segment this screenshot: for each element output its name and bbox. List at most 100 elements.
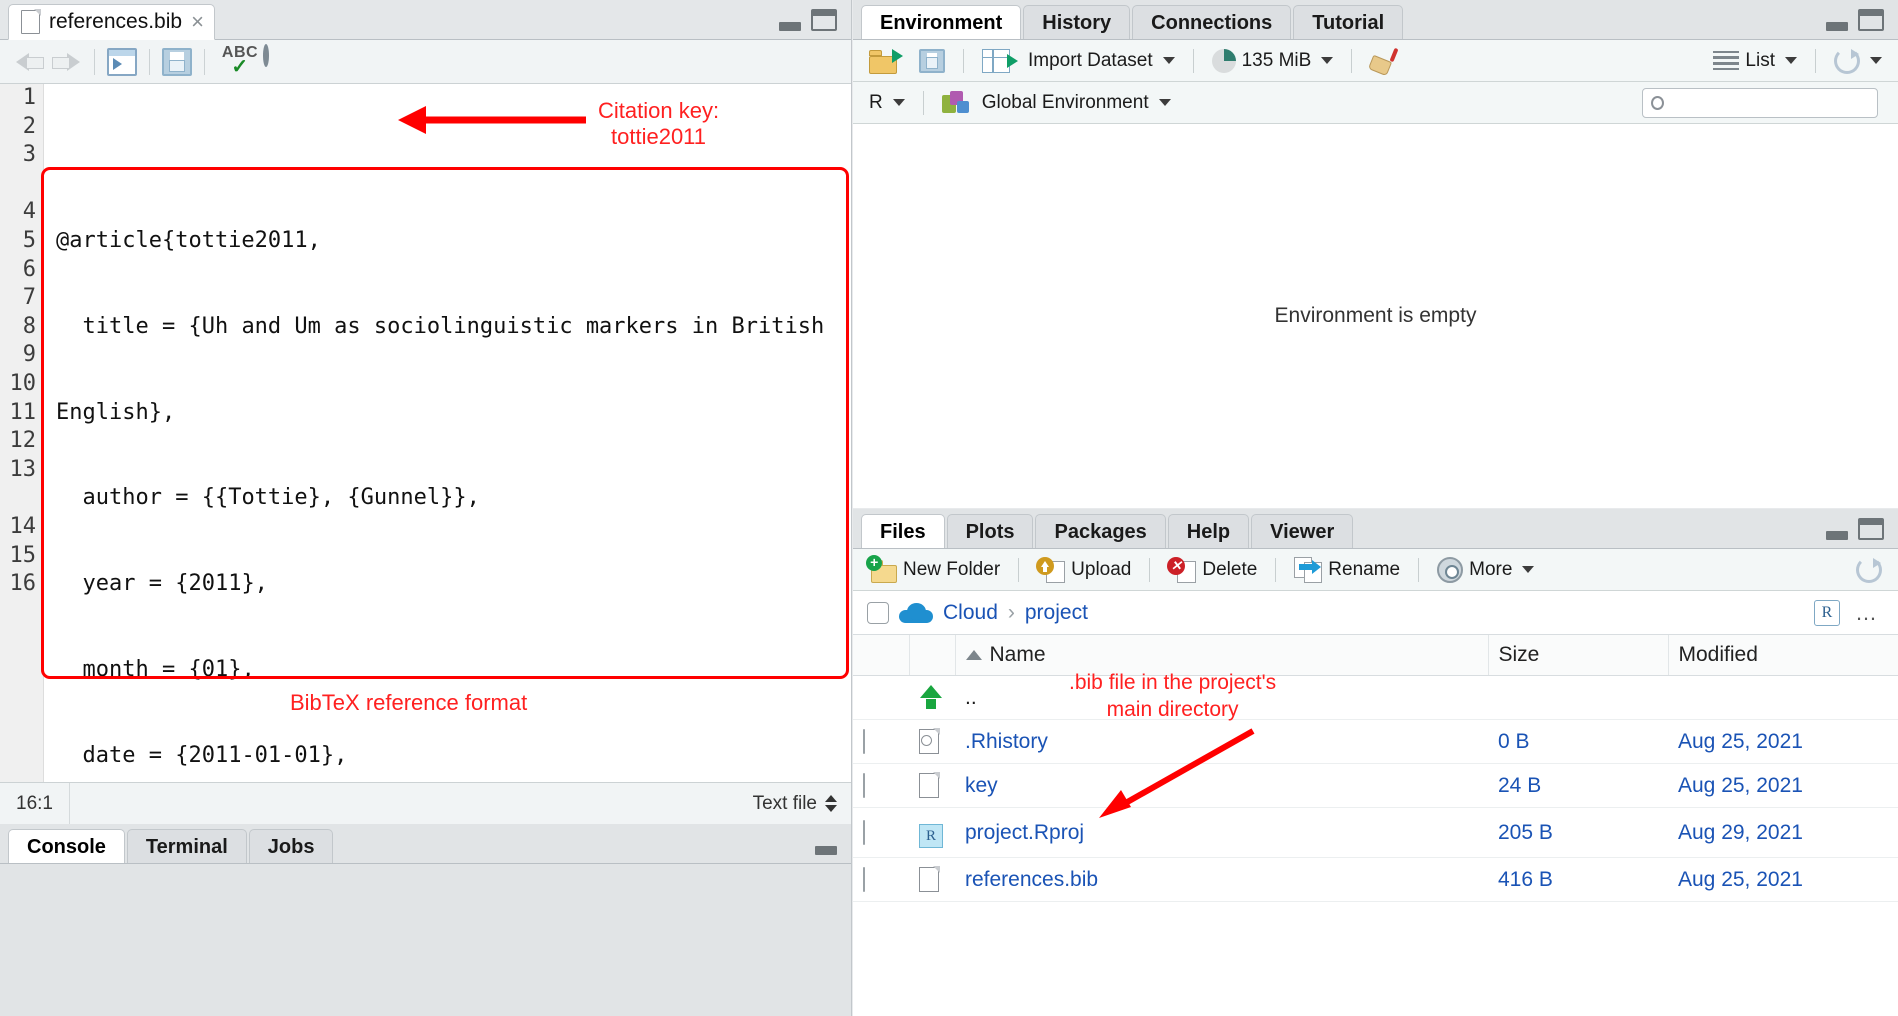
delete-label: Delete bbox=[1202, 558, 1258, 580]
file-size bbox=[1488, 675, 1668, 720]
refresh-environment-button[interactable] bbox=[1828, 46, 1888, 76]
source-tab-references-bib[interactable]: references.bib × bbox=[8, 4, 215, 40]
spellcheck-abc-icon[interactable]: ABC ✓ bbox=[217, 44, 263, 79]
code-line: author = {{Tottie}, {Gunnel}}, bbox=[56, 485, 480, 511]
select-all-checkbox[interactable] bbox=[867, 601, 889, 624]
file-size: 205 B bbox=[1488, 807, 1668, 858]
view-mode-button[interactable]: List bbox=[1707, 48, 1803, 74]
rename-button[interactable]: Rename bbox=[1288, 555, 1406, 585]
global-environment-selector[interactable]: Global Environment bbox=[936, 89, 1177, 117]
tab-viewer[interactable]: Viewer bbox=[1251, 514, 1354, 548]
search-field[interactable] bbox=[1670, 91, 1869, 114]
import-dataset-button[interactable]: Import Dataset bbox=[976, 47, 1181, 75]
save-workspace-button[interactable] bbox=[913, 47, 951, 75]
file-size: 24 B bbox=[1488, 763, 1668, 808]
minimize-icon[interactable] bbox=[815, 846, 837, 855]
file-name[interactable]: .Rhistory bbox=[955, 719, 1488, 764]
forward-arrow-icon[interactable] bbox=[48, 49, 82, 75]
environment-name-label: Global Environment bbox=[981, 91, 1149, 113]
breadcrumb-item-cloud[interactable]: Cloud bbox=[943, 601, 998, 625]
close-icon[interactable]: × bbox=[191, 11, 204, 33]
files-tabstrip: Files Plots Packages Help Viewer bbox=[853, 509, 1898, 549]
view-mode-label: List bbox=[1745, 49, 1775, 71]
maximize-icon[interactable] bbox=[811, 9, 837, 31]
load-workspace-button[interactable] bbox=[863, 46, 907, 76]
files-table-header: Name Size Modified bbox=[853, 635, 1898, 676]
file-name[interactable]: key bbox=[955, 763, 1488, 808]
file-icon bbox=[919, 866, 940, 892]
row-checkbox[interactable] bbox=[863, 772, 865, 798]
table-row[interactable]: key 24 B Aug 25, 2021 bbox=[853, 763, 1898, 808]
column-checkbox bbox=[853, 635, 910, 676]
tab-help[interactable]: Help bbox=[1167, 514, 1250, 548]
rproject-badge-icon[interactable]: R bbox=[1814, 599, 1840, 626]
language-selector[interactable]: R bbox=[863, 90, 911, 116]
tab-console[interactable]: Console bbox=[8, 829, 125, 863]
more-options-icon[interactable]: … bbox=[1850, 600, 1884, 626]
tab-terminal[interactable]: Terminal bbox=[126, 829, 247, 863]
rproj-icon: R bbox=[919, 824, 943, 848]
column-modified[interactable]: Modified bbox=[1668, 635, 1898, 676]
tab-tutorial[interactable]: Tutorial bbox=[1293, 5, 1404, 39]
maximize-icon[interactable] bbox=[1858, 518, 1884, 540]
breadcrumb-item-project[interactable]: project bbox=[1025, 601, 1088, 625]
memory-usage-button[interactable]: 135 MiB bbox=[1206, 47, 1340, 75]
clear-objects-button[interactable] bbox=[1364, 46, 1404, 76]
find-replace-icon[interactable] bbox=[263, 43, 293, 77]
upload-button[interactable]: Upload bbox=[1031, 555, 1137, 585]
minimize-icon[interactable] bbox=[779, 22, 801, 31]
file-type-selector[interactable]: Text file bbox=[739, 793, 851, 815]
file-size: 416 B bbox=[1488, 857, 1668, 902]
new-folder-label: New Folder bbox=[903, 558, 1001, 580]
more-button[interactable]: More bbox=[1431, 555, 1540, 585]
new-folder-button[interactable]: + New Folder bbox=[863, 554, 1006, 585]
line-number: 16 bbox=[9, 571, 37, 597]
minimize-icon[interactable] bbox=[1826, 531, 1848, 540]
divider bbox=[204, 48, 205, 75]
tab-files[interactable]: Files bbox=[861, 514, 945, 548]
refresh-files-button[interactable] bbox=[1850, 555, 1888, 585]
table-row[interactable]: .Rhistory 0 B Aug 25, 2021 bbox=[853, 719, 1898, 764]
column-size[interactable]: Size bbox=[1488, 635, 1669, 676]
delete-button[interactable]: ✕ Delete bbox=[1162, 555, 1263, 585]
tab-jobs[interactable]: Jobs bbox=[248, 829, 334, 863]
divider bbox=[1351, 48, 1353, 73]
column-icon bbox=[909, 635, 956, 676]
environment-search-input[interactable] bbox=[1642, 87, 1878, 118]
environment-empty-message-container: Environment is empty bbox=[853, 124, 1898, 508]
file-name[interactable]: references.bib bbox=[955, 857, 1488, 902]
code-line: year = {2011}, bbox=[56, 571, 268, 597]
minimize-icon[interactable] bbox=[1826, 22, 1848, 31]
show-in-new-window-icon[interactable] bbox=[107, 47, 137, 76]
tab-plots[interactable]: Plots bbox=[946, 514, 1034, 548]
new-folder-icon: + bbox=[866, 554, 897, 583]
tab-environment[interactable]: Environment bbox=[861, 5, 1022, 39]
environment-blocks-icon bbox=[941, 90, 970, 115]
tab-packages[interactable]: Packages bbox=[1035, 514, 1166, 548]
save-icon[interactable] bbox=[162, 47, 192, 76]
table-row[interactable]: .. bbox=[853, 675, 1898, 720]
environment-scope-bar: R Global Environment bbox=[853, 82, 1898, 124]
environment-toolbar: Import Dataset 135 MiB List bbox=[853, 40, 1898, 82]
source-tab-label: references.bib bbox=[49, 10, 183, 33]
line-number: 10 bbox=[9, 370, 37, 396]
code-content[interactable]: @article{tottie2011, title = {Uh and Um … bbox=[44, 84, 851, 782]
row-checkbox[interactable] bbox=[863, 866, 865, 892]
upload-label: Upload bbox=[1071, 558, 1132, 580]
line-number: 13 bbox=[9, 456, 37, 482]
row-checkbox[interactable] bbox=[863, 728, 865, 754]
editor-body[interactable]: 1 2 3 4 5 6 7 8 9 10 11 12 13 14 15 16 @… bbox=[0, 84, 851, 782]
row-checkbox[interactable] bbox=[863, 819, 865, 845]
table-row[interactable]: references.bib 416 B Aug 25, 2021 bbox=[853, 857, 1898, 902]
line-number: 6 bbox=[22, 256, 36, 282]
maximize-icon[interactable] bbox=[1858, 9, 1884, 31]
list-view-icon bbox=[1713, 50, 1740, 71]
back-arrow-icon[interactable] bbox=[14, 49, 48, 75]
file-name[interactable]: project.Rproj bbox=[955, 807, 1488, 858]
annotation-files-note: .bib file in the project's main director… bbox=[1069, 671, 1277, 721]
memory-usage-label: 135 MiB bbox=[1241, 49, 1312, 71]
tab-connections[interactable]: Connections bbox=[1132, 5, 1292, 39]
line-number: 5 bbox=[22, 227, 36, 253]
table-row[interactable]: R project.Rproj 205 B Aug 29, 2021 bbox=[853, 807, 1898, 858]
tab-history[interactable]: History bbox=[1023, 5, 1131, 39]
